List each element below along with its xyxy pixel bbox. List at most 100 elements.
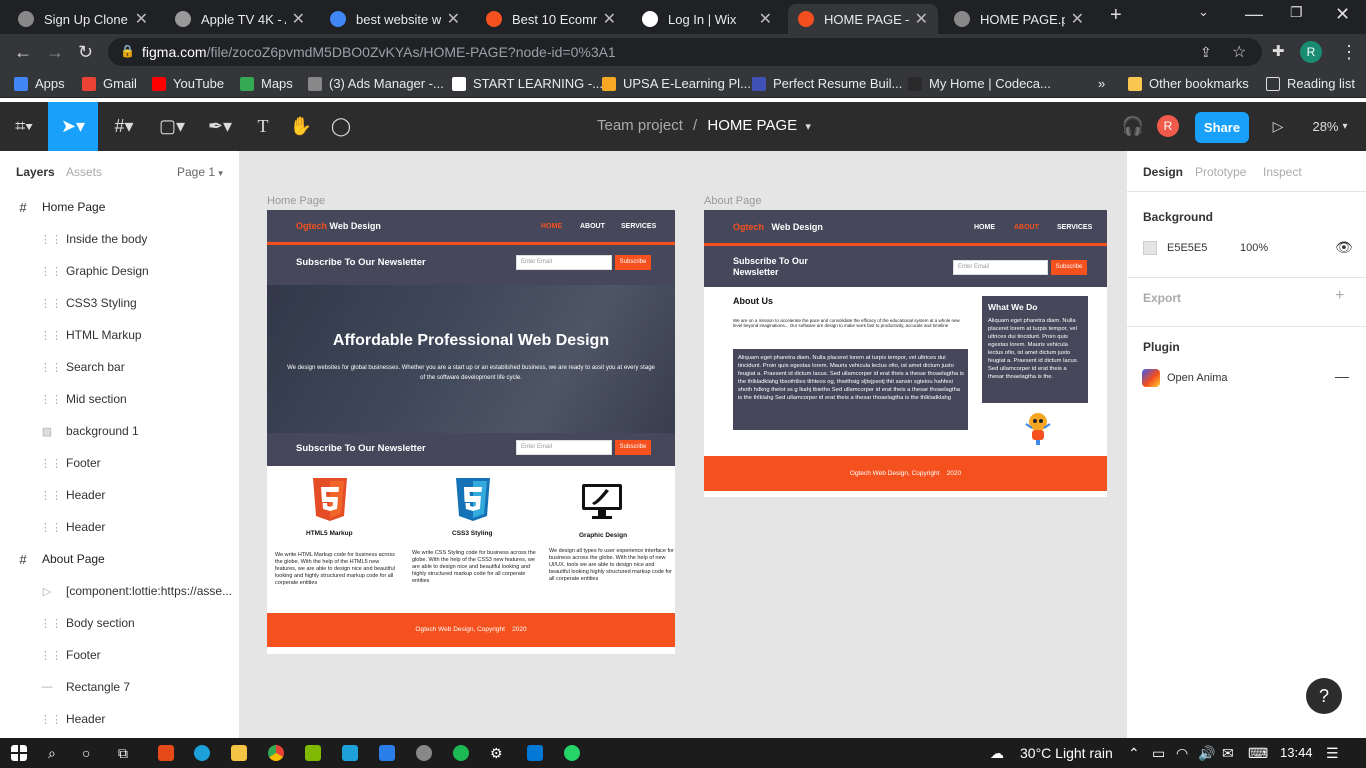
browser-tab[interactable]: HOME PAGE – Fig ✕ <box>788 4 938 34</box>
bookmarks-more-button[interactable]: » <box>1098 76 1105 91</box>
plugin-name[interactable]: Open Anima <box>1167 372 1228 384</box>
battery-icon[interactable]: ▭ <box>1152 745 1165 762</box>
new-tab-button[interactable]: + <box>1110 4 1122 27</box>
back-button[interactable]: ← <box>14 42 32 63</box>
layer-row[interactable]: ⋮⋮ Header <box>0 703 240 735</box>
bookmark-star-icon[interactable]: ☆ <box>1232 42 1246 62</box>
bookmark-item[interactable]: YouTube <box>152 76 224 91</box>
browser-menu-icon[interactable]: ⋮ <box>1340 42 1358 63</box>
url-field[interactable]: figma.com/file/zocoZ6pvmdM5DBO0ZvKYAs/HO… <box>108 38 1262 66</box>
background-hex[interactable]: E5E5E5 <box>1167 242 1207 254</box>
browser-tab[interactable]: Log In | Wix ✕ <box>632 4 782 34</box>
home-subscribe-button[interactable]: Subscribe <box>615 255 651 270</box>
edge-icon[interactable] <box>194 745 210 761</box>
browser-tab[interactable]: HOME PAGE.pdf ✕ <box>944 4 1094 34</box>
present-play-icon[interactable]: ▷ <box>1266 102 1290 151</box>
tray-chevron-icon[interactable]: ⌃ <box>1128 745 1140 762</box>
frame-tool-icon[interactable]: #▾ <box>104 102 144 151</box>
audio-headphones-icon[interactable]: 🎧 <box>1118 102 1148 151</box>
share-button[interactable]: Share <box>1195 112 1249 143</box>
file-explorer-icon[interactable] <box>231 745 247 761</box>
bookmark-item[interactable]: UPSA E-Learning Pl... <box>602 76 751 91</box>
bookmark-item[interactable]: Maps <box>240 76 293 91</box>
bookmark-item[interactable]: My Home | Codeca... <box>908 76 1051 91</box>
reading-list[interactable]: Reading list <box>1266 76 1355 91</box>
help-button[interactable]: ? <box>1306 678 1342 714</box>
user-avatar[interactable]: R <box>1157 115 1179 137</box>
vscode-icon[interactable] <box>527 745 543 761</box>
chrome-icon[interactable] <box>268 745 284 761</box>
spotify-icon[interactable] <box>453 745 469 761</box>
breadcrumb-team[interactable]: Team project <box>597 117 683 134</box>
close-tab-icon[interactable]: ✕ <box>292 9 305 29</box>
language-icon[interactable]: ✉ <box>1222 745 1234 762</box>
layer-row[interactable]: ▨ background 1 <box>0 415 240 447</box>
extensions-icon[interactable]: ✚ <box>1272 42 1285 60</box>
volume-icon[interactable]: 🔊 <box>1198 745 1215 762</box>
layer-row[interactable]: ⋮⋮ Footer <box>0 447 240 479</box>
cortana-icon[interactable]: ○ <box>82 745 90 761</box>
close-tab-icon[interactable]: ✕ <box>1071 9 1084 29</box>
bookmark-item[interactable]: START LEARNING -... <box>452 76 603 91</box>
restore-button[interactable]: ❐ <box>1290 4 1303 21</box>
layer-row[interactable]: ⋮⋮ Mid section <box>0 383 240 415</box>
layer-row[interactable]: ⋮⋮ Header <box>0 479 240 511</box>
bookmark-item[interactable]: Gmail <box>82 76 137 91</box>
layer-row[interactable]: ⋮⋮ Header <box>0 511 240 543</box>
close-tab-icon[interactable]: ✕ <box>759 9 772 29</box>
layer-row[interactable]: ⋮⋮ Search bar <box>0 351 240 383</box>
add-export-icon[interactable]: + <box>1335 287 1344 305</box>
weather-cloud-icon[interactable]: ☁ <box>990 745 1004 762</box>
page-selector[interactable]: Page 1 ▾ <box>177 165 223 179</box>
forward-button[interactable]: → <box>46 42 64 63</box>
comment-tool-icon[interactable]: ◯ <box>326 102 356 151</box>
about-email-input[interactable]: Enter Email <box>953 260 1048 275</box>
other-bookmarks[interactable]: Other bookmarks <box>1128 76 1249 91</box>
tab-design[interactable]: Design <box>1143 165 1183 179</box>
move-tool-icon[interactable]: ➤▾ <box>48 102 98 151</box>
background-opacity[interactable]: 100% <box>1240 242 1268 254</box>
layer-row[interactable]: ⋮⋮ HTML Markup <box>0 319 240 351</box>
media-icon[interactable] <box>416 745 432 761</box>
about-subscribe-button[interactable]: Subscribe <box>1051 260 1087 275</box>
browser-tab[interactable]: Apple TV 4K - Ap ✕ <box>165 4 315 34</box>
visibility-eye-icon[interactable]: 👁 <box>1335 239 1353 256</box>
search-icon[interactable]: ⌕ <box>48 745 56 762</box>
home-email-input[interactable]: Enter Email <box>516 255 612 270</box>
home-email-input-2[interactable]: Enter Email <box>516 440 612 455</box>
layer-row[interactable]: ▷ [component:lottie:https://asse... <box>0 575 240 607</box>
bookmark-item[interactable]: Perfect Resume Buil... <box>752 76 902 91</box>
word-icon[interactable] <box>379 745 395 761</box>
whatsapp-icon[interactable] <box>564 745 580 761</box>
reload-button[interactable]: ↻ <box>78 42 93 63</box>
browser-tab[interactable]: Sign Up Clone ✕ <box>8 4 158 34</box>
home-nav-services[interactable]: SERVICES <box>621 223 656 230</box>
layer-row[interactable]: ⋮⋮ Body section <box>0 607 240 639</box>
close-tab-icon[interactable]: ✕ <box>135 9 148 29</box>
task-view-icon[interactable]: ⧉ <box>118 745 128 762</box>
notifications-icon[interactable]: ☰ <box>1326 745 1339 762</box>
home-subscribe-button-2[interactable]: Subscribe <box>615 440 651 455</box>
layer-row[interactable]: ⋮⋮ Inside the body <box>0 223 240 255</box>
close-tab-icon[interactable]: ✕ <box>447 9 460 29</box>
tab-search-chevron-icon[interactable]: ⌄ <box>1198 4 1209 20</box>
bookmark-item[interactable]: (3) Ads Manager -... <box>308 76 444 91</box>
layer-row[interactable]: # About Page <box>0 543 240 575</box>
layer-row[interactable]: ⋮⋮ CSS3 Styling <box>0 287 240 319</box>
tab-layers[interactable]: Layers <box>16 165 55 179</box>
file-name[interactable]: HOME PAGE <box>707 117 797 134</box>
share-page-icon[interactable]: ⇪ <box>1200 44 1212 61</box>
settings-gear-icon[interactable]: ⚙ <box>490 745 503 762</box>
about-nav-services[interactable]: SERVICES <box>1057 224 1092 231</box>
file-menu-chevron-icon[interactable]: ▾ <box>805 121 811 133</box>
minimize-button[interactable]: — <box>1245 4 1263 25</box>
tab-prototype[interactable]: Prototype <box>1195 165 1246 179</box>
zoom-menu[interactable]: 28% ▾ <box>1308 102 1352 151</box>
wifi-icon[interactable]: ◠ <box>1176 745 1188 762</box>
home-frame-label[interactable]: Home Page <box>267 195 325 207</box>
about-nav-about[interactable]: ABOUT <box>1014 224 1039 231</box>
about-frame-label[interactable]: About Page <box>704 195 762 207</box>
browser-tab[interactable]: best website with ✕ <box>320 4 470 34</box>
close-tab-icon[interactable]: ✕ <box>603 9 616 29</box>
home-nav-home[interactable]: HOME <box>541 223 562 230</box>
